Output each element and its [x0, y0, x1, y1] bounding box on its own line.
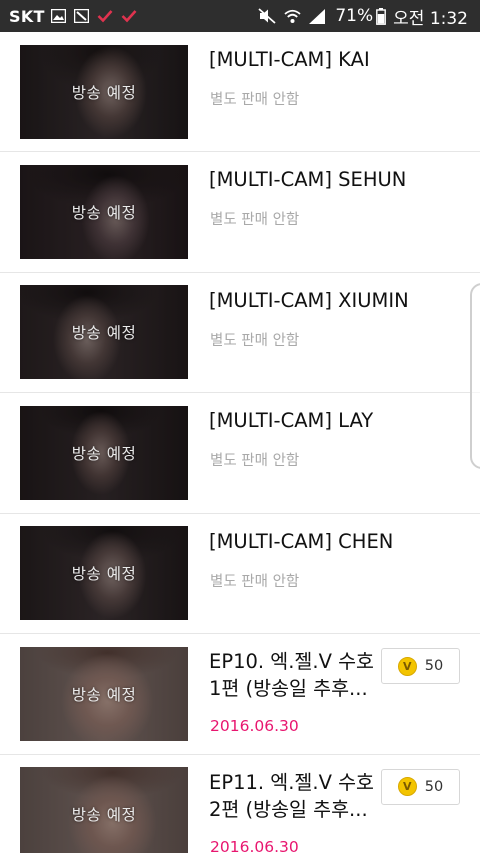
- list-item[interactable]: 방송 예정 [MULTI-CAM] SEHUN 별도 판매 안함: [0, 152, 480, 273]
- gallery-icon: [50, 9, 66, 23]
- status-bar-right: 71% 오전 1:32: [258, 4, 468, 29]
- clock: 오전 1:32: [393, 8, 468, 29]
- thumbnail-status-label: 방송 예정: [71, 685, 137, 704]
- thumbnail-status-label: 방송 예정: [71, 444, 137, 463]
- coin-icon: V: [397, 777, 417, 796]
- release-date: 2016.06.30: [210, 837, 299, 853]
- list-item[interactable]: 방송 예정 EP10. 엑.젤.V 수호 1편 (방송일 추후... 2016.…: [0, 634, 480, 755]
- status-bar-left: SKT: [9, 7, 145, 26]
- status-bar: SKT 71% 오전 1:32: [0, 0, 480, 32]
- episode-title[interactable]: [MULTI-CAM] XIUMIN: [209, 288, 409, 314]
- mute-icon: [258, 8, 276, 24]
- availability-label: 별도 판매 안함: [210, 92, 300, 108]
- signal-icon: [309, 8, 326, 24]
- battery-icon: [376, 7, 387, 25]
- purchase-button[interactable]: V 50: [381, 648, 460, 684]
- video-thumbnail[interactable]: 방송 예정: [20, 526, 188, 620]
- availability-label: 별도 판매 안함: [210, 332, 300, 349]
- list-item[interactable]: 방송 예정 [MULTI-CAM] LAY 별도 판매 안함: [0, 393, 480, 514]
- thumbnail-status-label: 방송 예정: [71, 565, 137, 583]
- list-item[interactable]: 방송 예정 EP11. 엑.젤.V 수호 2편 (방송일 추후... 2016.…: [0, 755, 480, 853]
- coin-icon: V: [397, 656, 417, 676]
- release-date: 2016.06.30: [210, 717, 299, 735]
- list-item[interactable]: 방송 예정 [MULTI-CAM] XIUMIN 별도 판매 안함: [0, 273, 480, 393]
- availability-label: 별도 판매 안함: [210, 453, 300, 469]
- episode-title[interactable]: EP11. 엑.젤.V 수호 2편 (방송일 추후...: [209, 769, 379, 823]
- wifi-icon: [284, 9, 301, 24]
- price-label: 50: [424, 778, 444, 795]
- video-thumbnail[interactable]: 방송 예정: [20, 767, 188, 853]
- episode-title[interactable]: [MULTI-CAM] CHEN: [209, 529, 393, 555]
- episode-title[interactable]: [MULTI-CAM] SEHUN: [209, 167, 406, 193]
- video-thumbnail[interactable]: 방송 예정: [20, 646, 188, 741]
- thumbnail-status-label: 방송 예정: [71, 806, 137, 824]
- thumbnail-status-label: 방송 예정: [71, 84, 137, 102]
- image-icon: [73, 9, 89, 23]
- carrier-label: SKT: [9, 6, 45, 26]
- price-label: 50: [424, 658, 444, 674]
- thumbnail-status-label: 방송 예정: [71, 324, 137, 342]
- purchase-button[interactable]: V 50: [381, 768, 460, 805]
- thumbnail-status-label: 방송 예정: [71, 203, 137, 222]
- list-item[interactable]: 방송 예정 [MULTI-CAM] CHEN 별도 판매 안함: [0, 514, 480, 634]
- battery-percent: 71%: [335, 6, 374, 26]
- video-thumbnail[interactable]: 방송 예정: [20, 285, 188, 379]
- episode-title[interactable]: [MULTI-CAM] LAY: [209, 408, 373, 434]
- availability-label: 별도 판매 안함: [210, 573, 300, 590]
- video-thumbnail[interactable]: 방송 예정: [20, 45, 188, 139]
- video-thumbnail[interactable]: 방송 예정: [20, 164, 188, 259]
- scroll-handle[interactable]: [470, 283, 480, 469]
- check-icon: [121, 9, 137, 23]
- list-item[interactable]: 방송 예정 [MULTI-CAM] KAI 별도 판매 안함: [0, 32, 480, 152]
- episode-list: 방송 예정 [MULTI-CAM] KAI 별도 판매 안함 방송 예정 [MU…: [0, 32, 480, 853]
- availability-label: 별도 판매 안함: [210, 212, 300, 228]
- video-thumbnail[interactable]: 방송 예정: [20, 405, 188, 500]
- check-icon: [97, 9, 113, 23]
- episode-title[interactable]: EP10. 엑.젤.V 수호 1편 (방송일 추후...: [209, 648, 379, 702]
- episode-title[interactable]: [MULTI-CAM] KAI: [209, 47, 370, 73]
